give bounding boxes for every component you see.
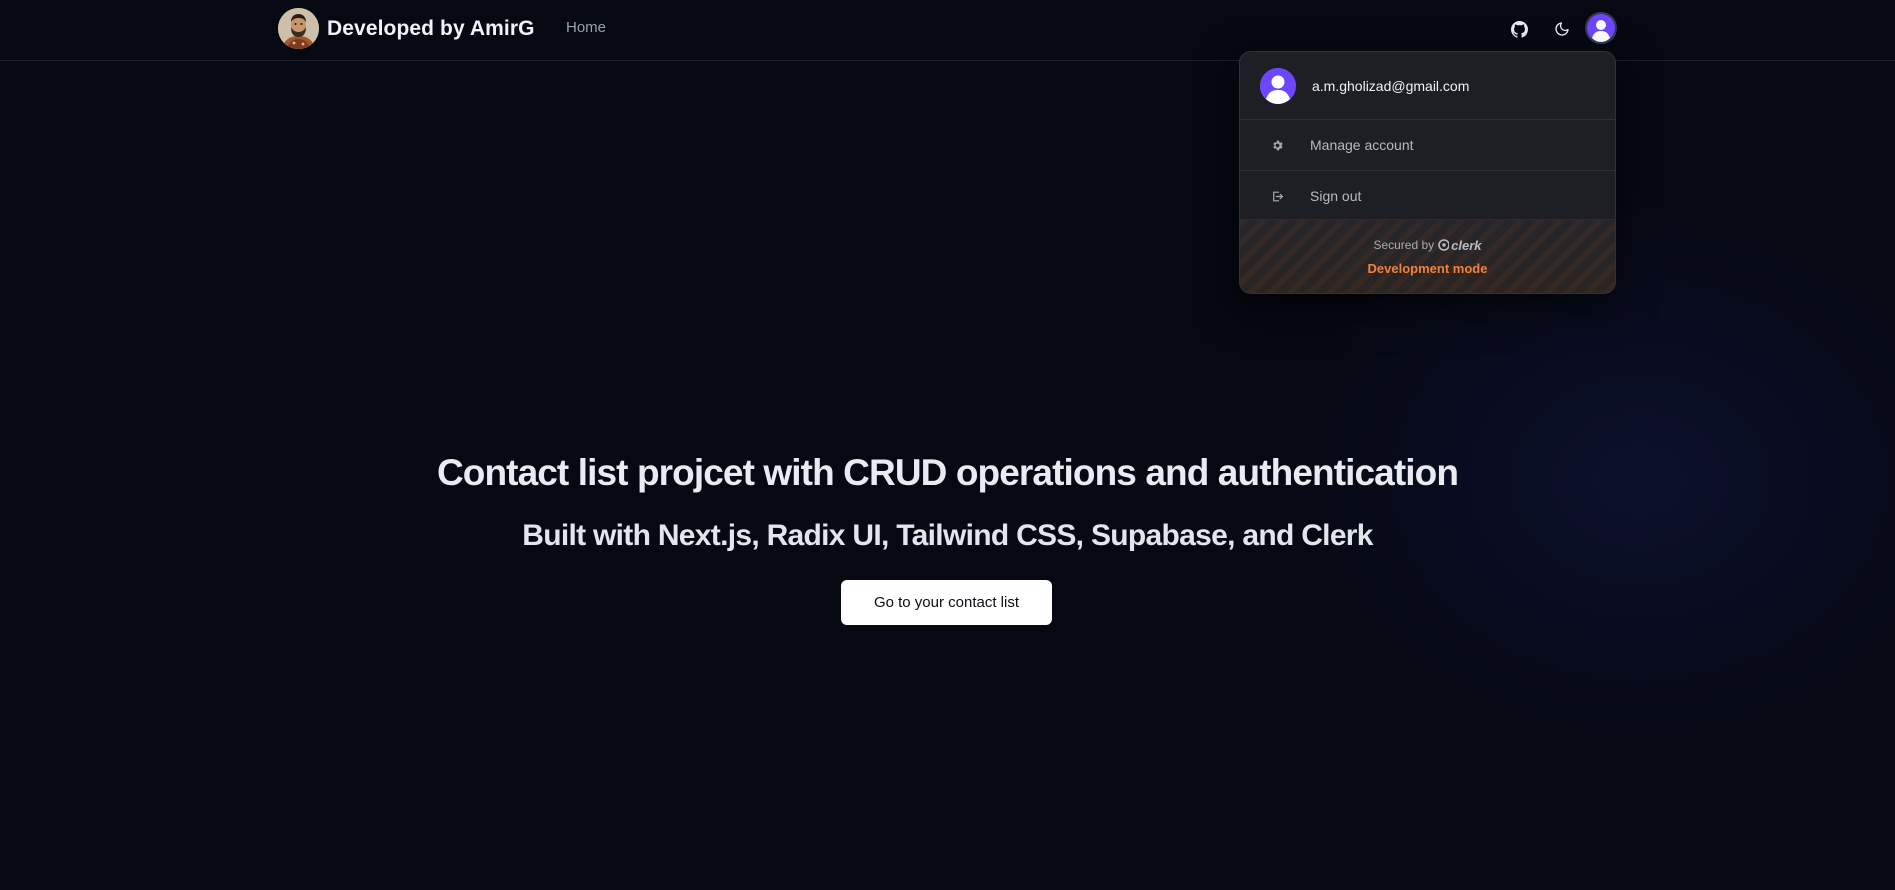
developer-avatar: [278, 8, 319, 49]
hero-title: Contact list projcet with CRUD operation…: [436, 452, 1459, 493]
menu-footer: Secured by clerk Development mode: [1240, 219, 1615, 293]
github-icon[interactable]: [1507, 17, 1531, 41]
sign-out-icon: [1270, 189, 1284, 203]
hero-subtitle: Built with Next.js, Radix UI, Tailwind C…: [522, 519, 1373, 552]
brand-title: Developed by AmirG: [327, 16, 535, 40]
clerk-wordmark: clerk: [1451, 237, 1482, 253]
moon-icon[interactable]: [1550, 17, 1574, 41]
gear-icon: [1270, 138, 1284, 152]
sign-out-label: Sign out: [1310, 188, 1362, 204]
user-avatar: [1260, 67, 1296, 104]
user-menu-button[interactable]: [1585, 12, 1617, 44]
go-to-contact-list-button[interactable]: Go to your contact list: [841, 580, 1052, 625]
clerk-icon: [1438, 239, 1450, 251]
sign-out-button[interactable]: Sign out: [1240, 171, 1615, 222]
brand-link[interactable]: Developed by AmirG: [278, 8, 535, 49]
user-dropdown-menu: a.m.gholizad@gmail.com Manage account Si…: [1239, 51, 1616, 294]
secured-by-text: Secured by: [1373, 238, 1435, 252]
development-mode-badge: Development mode: [1367, 260, 1488, 276]
secured-by-row: Secured by clerk: [1373, 238, 1481, 253]
clerk-logo[interactable]: clerk: [1438, 237, 1482, 253]
manage-account-button[interactable]: Manage account: [1240, 120, 1615, 171]
user-preview: a.m.gholizad@gmail.com: [1240, 52, 1615, 120]
manage-account-label: Manage account: [1310, 137, 1414, 153]
user-email: a.m.gholizad@gmail.com: [1312, 77, 1470, 94]
user-avatar-icon: [1587, 14, 1615, 42]
top-navbar: Developed by AmirG Home: [0, 0, 1895, 61]
nav-home-link[interactable]: Home: [566, 19, 606, 36]
